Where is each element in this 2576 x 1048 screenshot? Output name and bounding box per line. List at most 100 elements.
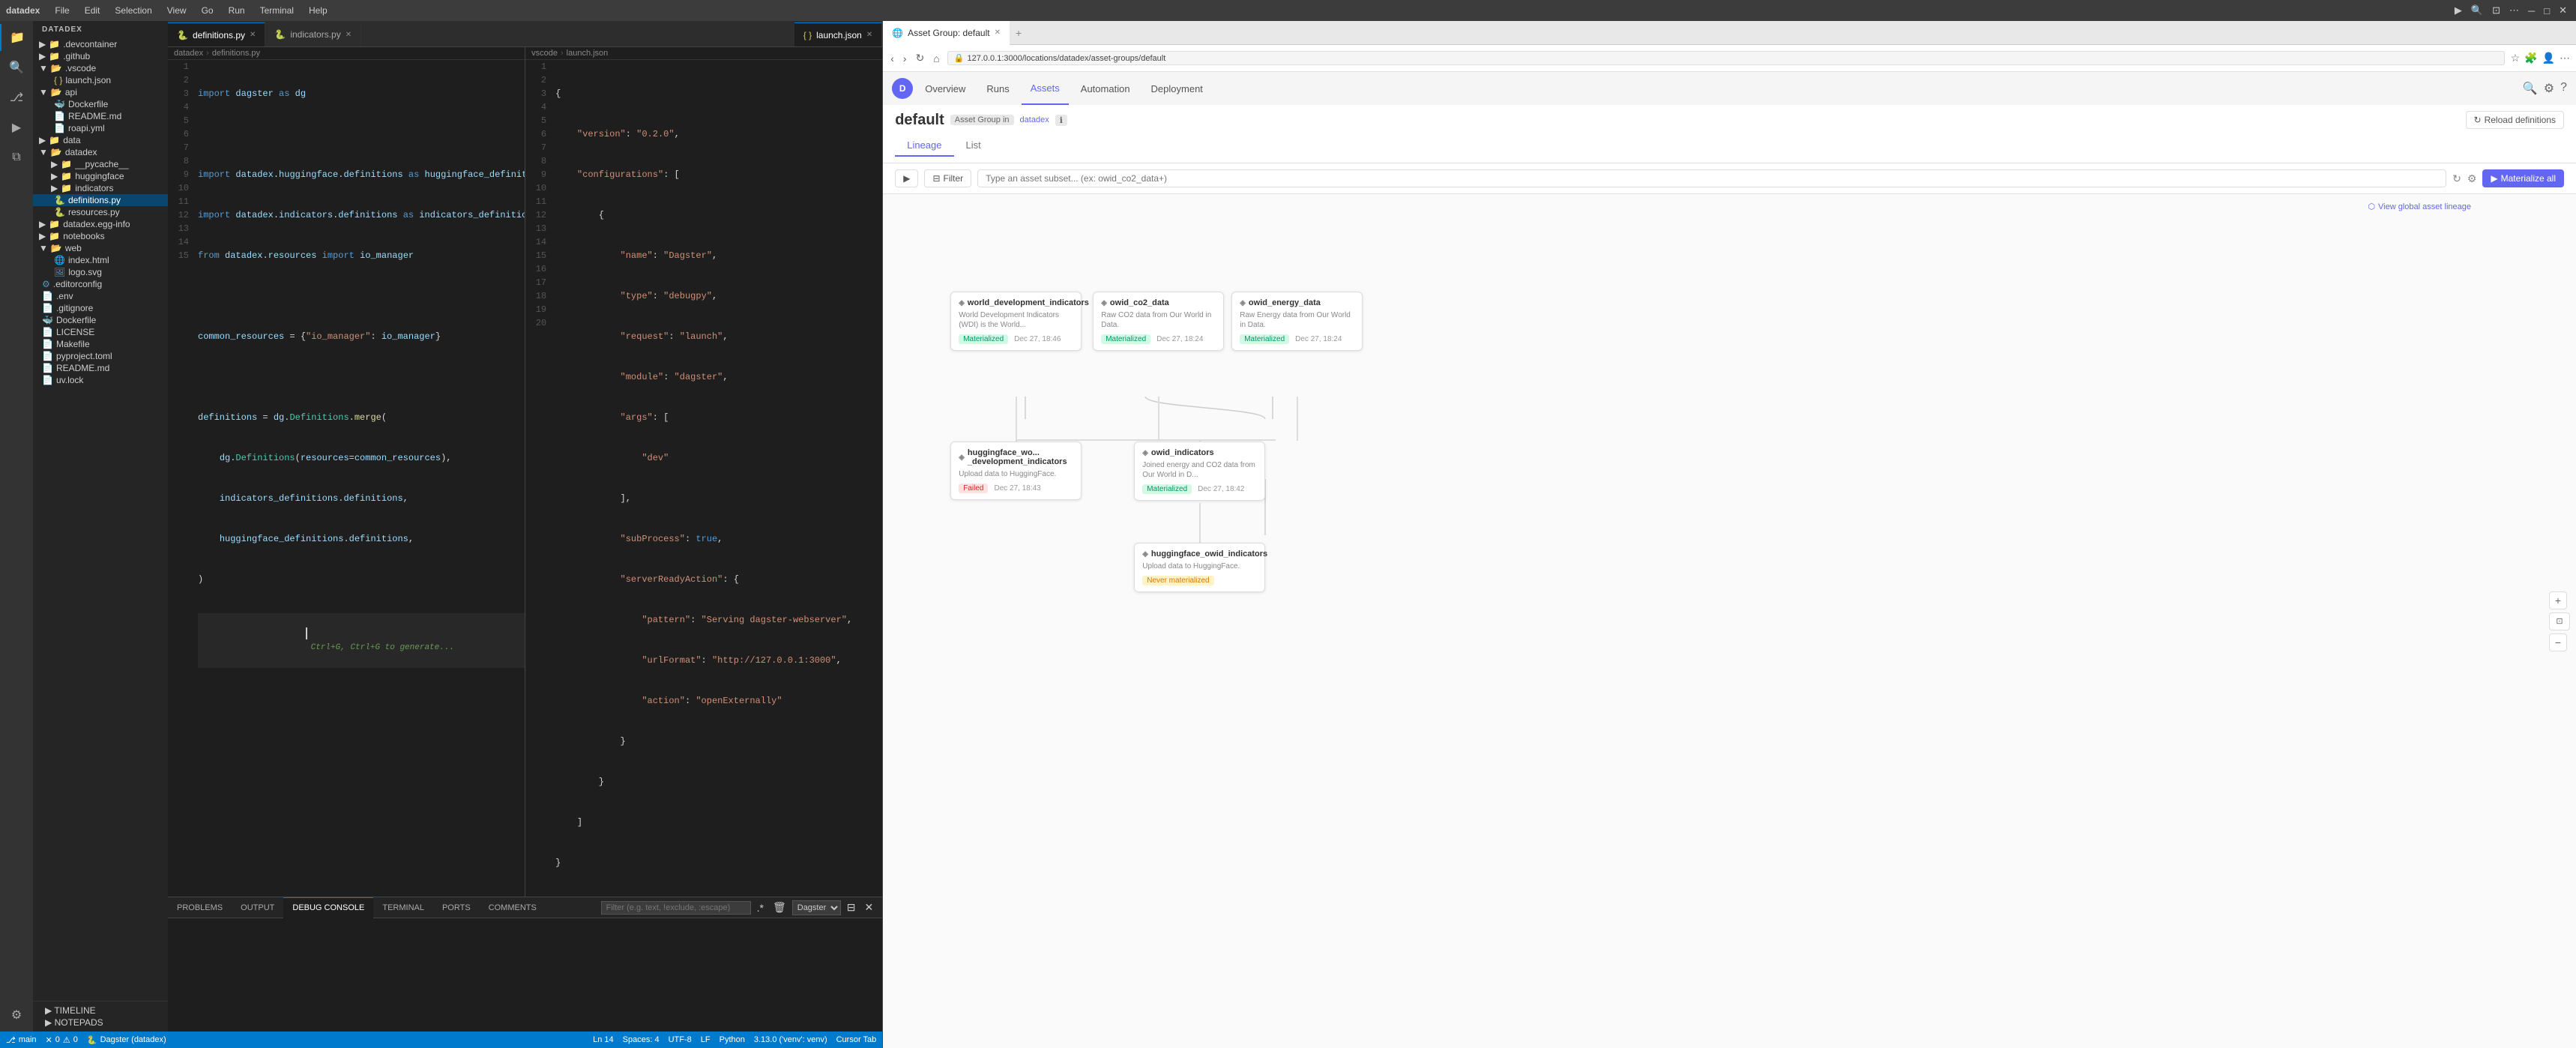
dagster-settings-btn[interactable]: ⚙ — [2467, 172, 2477, 185]
dagster-window-tab-default[interactable]: 🌐 Asset Group: default ✕ — [883, 21, 1010, 45]
sidebar-item-vscode[interactable]: ▼ 📂 .vscode — [33, 62, 168, 74]
maximize-btn[interactable]: □ — [2541, 3, 2553, 18]
dagster-settings-icon[interactable]: ⚙ — [2544, 81, 2554, 96]
dagster-nav-automation[interactable]: Automation — [1072, 72, 1139, 105]
browser-home-btn[interactable]: ⌂ — [932, 51, 941, 66]
menu-go[interactable]: Go — [196, 0, 220, 21]
reload-definitions-btn[interactable]: ↻ Reload definitions — [2466, 111, 2564, 129]
status-spaces[interactable]: Spaces: 4 — [623, 1035, 660, 1044]
search-top-btn[interactable]: 🔍 — [2468, 3, 2486, 18]
status-git-branch[interactable]: ⎇ main — [6, 1035, 37, 1045]
materialize-all-btn[interactable]: ▶ Materialize all — [2482, 169, 2564, 187]
breadcrumb-vscode[interactable]: vscode — [531, 49, 558, 58]
menu-view[interactable]: View — [161, 0, 193, 21]
status-encoding[interactable]: UTF-8 — [669, 1035, 692, 1044]
status-line-ending[interactable]: LF — [701, 1035, 711, 1044]
dagster-logo[interactable]: D — [892, 78, 913, 99]
browser-account-icon[interactable]: 👤 — [2542, 52, 2555, 64]
datadex-link[interactable]: datadex — [1020, 115, 1049, 124]
debug-dropdown[interactable]: Dagster — [792, 900, 841, 915]
dagster-add-tab[interactable]: + — [1010, 27, 1028, 39]
sidebar-item-dockerfile2[interactable]: 🐳 Dockerfile — [33, 314, 168, 326]
zoom-out-btn[interactable]: − — [2549, 633, 2567, 651]
browser-back-btn[interactable]: ‹ — [889, 51, 896, 66]
asset-world-development[interactable]: ◈ world_development_indicators World Dev… — [950, 292, 1082, 351]
sidebar-item-notebooks[interactable]: ▶ 📁 notebooks — [33, 230, 168, 242]
sidebar-item-pyproject-toml[interactable]: 📄 pyproject.toml — [33, 350, 168, 362]
dagster-nav-runs[interactable]: Runs — [977, 72, 1018, 105]
close-btn[interactable]: ✕ — [2556, 3, 2570, 18]
sidebar-item-indicators[interactable]: ▶ 📁 indicators — [33, 182, 168, 194]
zoom-reset-btn[interactable]: ⊡ — [2549, 612, 2570, 630]
status-cursor[interactable]: Cursor Tab — [836, 1035, 877, 1044]
sidebar-item-devcontainer[interactable]: ▶ 📁 .devcontainer — [33, 38, 168, 50]
dagster-nav-deployment[interactable]: Deployment — [1142, 72, 1212, 105]
info-icon[interactable]: ℹ — [1055, 115, 1067, 126]
more-btn[interactable]: ⋯ — [2506, 3, 2522, 18]
dagster-refresh-btn[interactable]: ↻ — [2452, 172, 2461, 185]
minimize-btn[interactable]: ─ — [2525, 3, 2538, 18]
bottom-tab-ports[interactable]: PORTS — [433, 897, 480, 918]
zoom-in-btn[interactable]: + — [2549, 591, 2567, 609]
bottom-tab-problems[interactable]: PROBLEMS — [168, 897, 232, 918]
sidebar-item-gitignore[interactable]: 📄 .gitignore — [33, 302, 168, 314]
sidebar-item-editorconfig[interactable]: ⚙ .editorconfig — [33, 278, 168, 290]
sidebar-item-datadex-egginfo[interactable]: ▶ 📁 datadex.egg-info — [33, 218, 168, 230]
sidebar-item-pycache[interactable]: ▶ 📁 __pycache__ — [33, 158, 168, 170]
status-language[interactable]: Python — [720, 1035, 745, 1044]
bottom-tab-terminal[interactable]: TERMINAL — [373, 897, 433, 918]
activity-git[interactable]: ⎇ — [0, 84, 33, 111]
menu-help[interactable]: Help — [303, 0, 334, 21]
dagster-search-icon[interactable]: 🔍 — [2523, 81, 2538, 96]
dagster-tab-lineage[interactable]: Lineage — [895, 135, 953, 157]
sidebar-item-datadex[interactable]: ▼ 📂 datadex — [33, 146, 168, 158]
bottom-tab-debug-console[interactable]: DEBUG CONSOLE — [283, 897, 373, 918]
sidebar-item-roapi-yml[interactable]: 📄 roapi.yml — [33, 122, 168, 134]
menu-file[interactable]: File — [49, 0, 75, 21]
right-code-area[interactable]: 12345 678910 1112131415 1617181920 { "ve… — [525, 60, 882, 897]
browser-url-bar[interactable]: 🔒 127.0.0.1:3000/locations/datadex/asset… — [947, 51, 2505, 65]
dagster-tab-close[interactable]: ✕ — [995, 28, 1001, 37]
browser-extensions-icon[interactable]: 🧩 — [2524, 52, 2537, 64]
activity-settings[interactable]: ⚙ — [0, 1002, 33, 1029]
tab-launch-json[interactable]: { } launch.json ✕ — [794, 22, 882, 46]
sidebar-item-resources-py[interactable]: 🐍 resources.py — [33, 206, 168, 218]
breadcrumb-launch-json[interactable]: launch.json — [567, 49, 609, 58]
asset-huggingface-owid[interactable]: ◈ huggingface_owid_indicators Upload dat… — [1134, 543, 1265, 592]
dagster-tab-list[interactable]: List — [954, 135, 993, 157]
sidebar-item-github[interactable]: ▶ 📁 .github — [33, 50, 168, 62]
dagster-nav-assets[interactable]: Assets — [1022, 72, 1069, 105]
filter-clear-btn[interactable]: 🗑 — [770, 900, 789, 915]
tab-indicators-py[interactable]: 🐍 indicators.py ✕ — [265, 22, 361, 46]
menu-selection[interactable]: Selection — [109, 0, 157, 21]
filter-btn[interactable]: ⊟ Filter — [924, 169, 971, 187]
status-python-version[interactable]: 3.13.0 ('venv': venv) — [754, 1035, 827, 1044]
asset-search-input[interactable] — [977, 169, 2446, 187]
browser-bookmark-icon[interactable]: ☆ — [2511, 52, 2521, 64]
dagster-help-icon[interactable]: ? — [2560, 81, 2567, 96]
bottom-tab-output[interactable]: OUTPUT — [232, 897, 283, 918]
sidebar-item-index-html[interactable]: 🌐 index.html — [33, 254, 168, 266]
sidebar-item-api[interactable]: ▼ 📂 api — [33, 86, 168, 98]
dagster-graph[interactable]: ◈ world_development_indicators World Dev… — [883, 194, 2576, 1048]
activity-search[interactable]: 🔍 — [0, 54, 33, 81]
sidebar-item-makefile[interactable]: 📄 Makefile — [33, 338, 168, 350]
menu-run[interactable]: Run — [223, 0, 251, 21]
split-panel-btn[interactable]: ⊟ — [844, 900, 859, 915]
sidebar-item-env[interactable]: 📄 .env — [33, 290, 168, 302]
breadcrumb-datadex[interactable]: datadex — [174, 49, 203, 58]
activity-extensions[interactable]: ⧉ — [0, 144, 33, 171]
tab-close-launch[interactable]: ✕ — [866, 31, 872, 39]
filter-regex-btn[interactable]: .* — [754, 900, 767, 915]
close-panel-btn[interactable]: ✕ — [861, 900, 876, 915]
browser-forward-btn[interactable]: › — [902, 51, 908, 66]
asset-owid-co2[interactable]: ◈ owid_co2_data Raw CO2 data from Our Wo… — [1093, 292, 1224, 351]
sidebar-item-launch-json[interactable]: { } launch.json — [33, 74, 168, 86]
sidebar-item-definitions-py[interactable]: 🐍 definitions.py — [33, 194, 168, 206]
tab-close-indicators[interactable]: ✕ — [346, 31, 352, 39]
asset-huggingface-wdi[interactable]: ◈ huggingface_wo..._development_indicato… — [950, 442, 1082, 500]
sidebar-item-readme-md[interactable]: 📄 README.md — [33, 110, 168, 122]
tab-close-definitions[interactable]: ✕ — [250, 31, 256, 39]
sidebar-item-license[interactable]: 📄 LICENSE — [33, 326, 168, 338]
global-lineage-btn[interactable]: ⬡ View global asset lineage — [2368, 202, 2471, 211]
